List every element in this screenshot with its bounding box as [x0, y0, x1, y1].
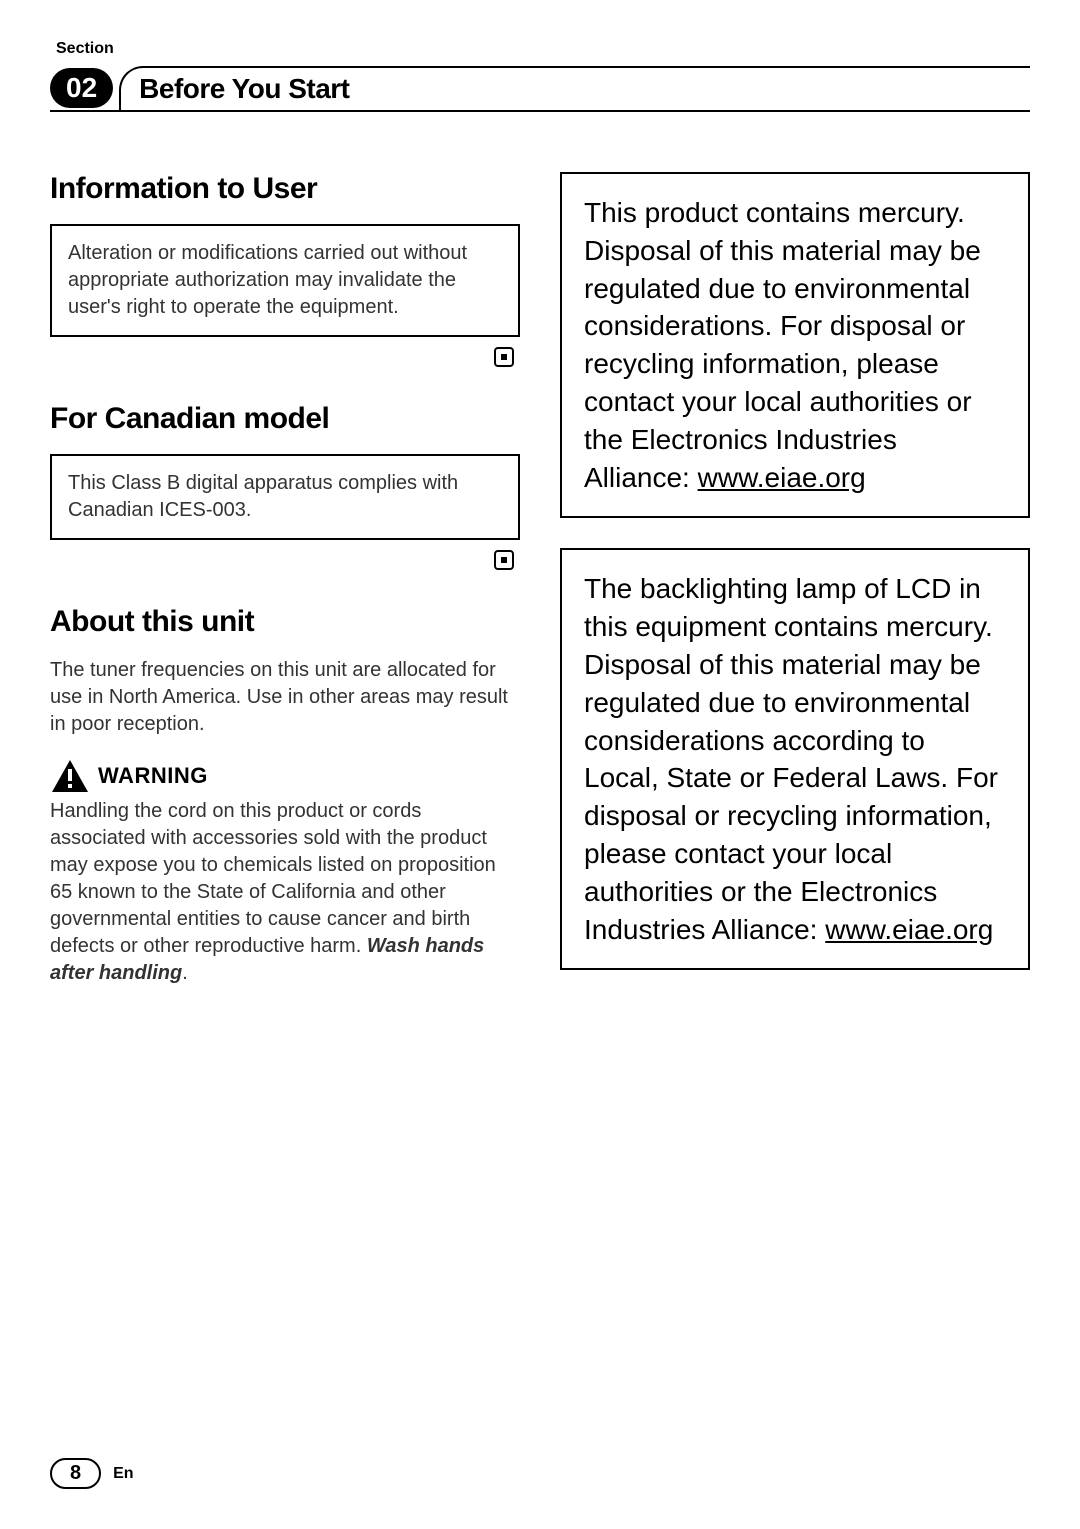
section-number-pill: 02	[50, 68, 113, 108]
section-label: Section	[56, 40, 1030, 58]
warning-header: WARNING	[50, 758, 520, 794]
manual-page: Section 02 Before You Start Information …	[0, 0, 1080, 1529]
about-paragraph: The tuner frequencies on this unit are a…	[50, 657, 520, 738]
heading-about-this-unit: About this unit	[50, 605, 520, 639]
title-wrap: Before You Start	[119, 66, 1030, 110]
mercury-notice-box-2: The backlighting lamp of LCD in this equ…	[560, 548, 1030, 970]
language-label: En	[113, 1465, 133, 1483]
info-box-alteration: Alteration or modifications carried out …	[50, 224, 520, 337]
body-columns: Information to User Alteration or modifi…	[50, 172, 1030, 1000]
section-end-icon	[50, 347, 514, 372]
header-row: 02 Before You Start	[50, 66, 1030, 112]
mercury-notice-2-text: The backlighting lamp of LCD in this equ…	[584, 573, 998, 944]
eiae-link-2[interactable]: www.eiae.org	[825, 914, 993, 945]
info-box-canadian: This Class B digital apparatus complies …	[50, 454, 520, 540]
warning-triangle-icon	[50, 758, 90, 794]
heading-canadian-model: For Canadian model	[50, 402, 520, 436]
eiae-link-1[interactable]: www.eiae.org	[698, 462, 866, 493]
section-end-icon	[50, 550, 514, 575]
warning-text-end: .	[182, 962, 188, 984]
mercury-notice-box-1: This product contains mercury. Disposal …	[560, 172, 1030, 518]
heading-information-to-user: Information to User	[50, 172, 520, 206]
footer: 8 En	[50, 1458, 134, 1489]
left-column: Information to User Alteration or modifi…	[50, 172, 520, 1000]
right-column: This product contains mercury. Disposal …	[560, 172, 1030, 1000]
page-number: 8	[50, 1458, 101, 1489]
warning-label: WARNING	[98, 763, 208, 789]
mercury-notice-1-text: This product contains mercury. Disposal …	[584, 197, 981, 493]
warning-text-main: Handling the cord on this product or cor…	[50, 800, 496, 957]
section-title: Before You Start	[139, 73, 349, 105]
warning-body: Handling the cord on this product or cor…	[50, 798, 520, 987]
